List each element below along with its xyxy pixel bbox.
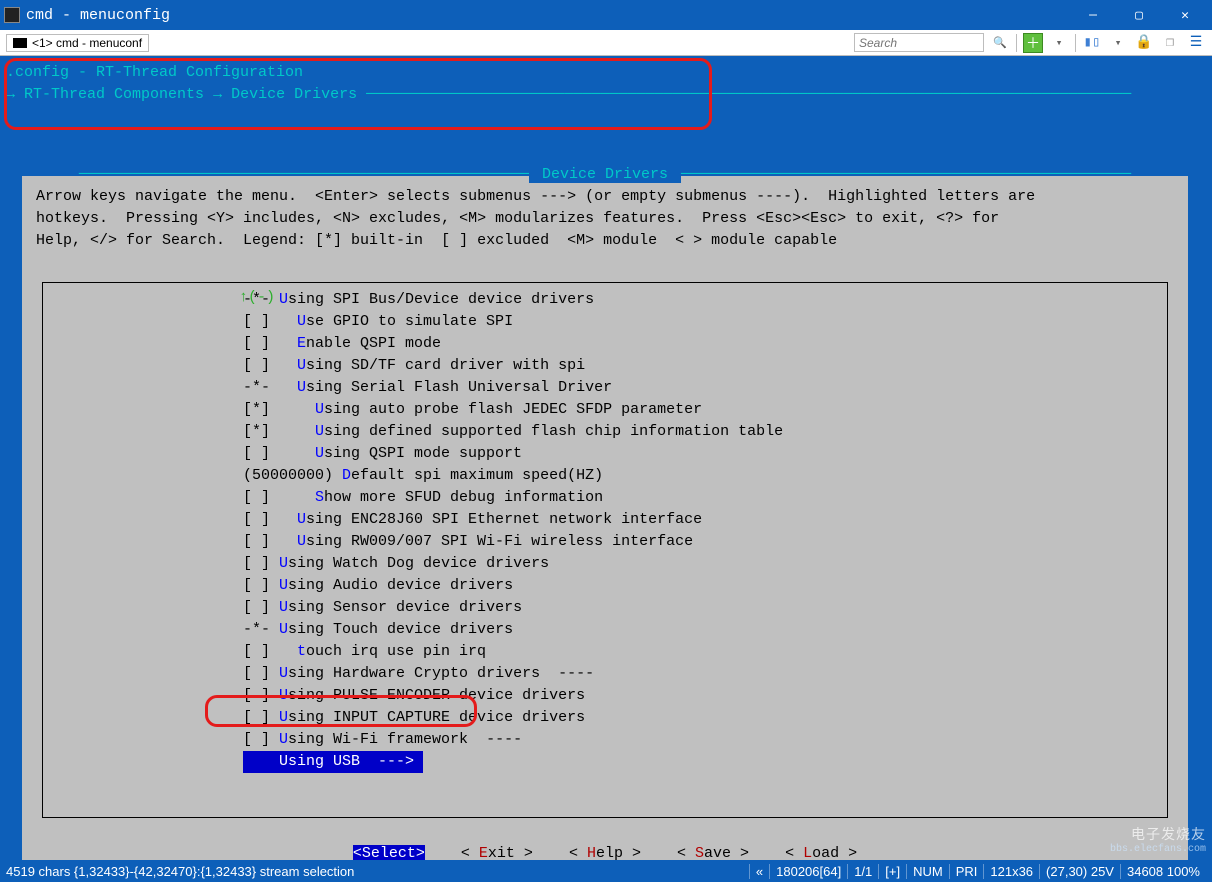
breadcrumb-path: → RT-Thread Components → Device Drivers … [0, 84, 1212, 106]
menu-item[interactable]: [ ] Using SD/TF card driver with spi [43, 355, 1167, 377]
menu-item[interactable]: -*- Using Serial Flash Universal Driver [43, 377, 1167, 399]
menu-item[interactable]: [ ] Enable QSPI mode [43, 333, 1167, 355]
menu-item[interactable]: [*] Using defined supported flash chip i… [43, 421, 1167, 443]
status-seg: 34608 100% [1120, 864, 1206, 879]
menu-item[interactable]: [ ] Using Wi-Fi framework ---- [43, 729, 1167, 751]
maximize-button[interactable]: ▢ [1116, 0, 1162, 30]
status-seg: NUM [906, 864, 949, 879]
menu-item[interactable]: [ ] Using ENC28J60 SPI Ethernet network … [43, 509, 1167, 531]
menu-icon[interactable]: ☰ [1186, 33, 1206, 53]
status-seg: 121x36 [983, 864, 1039, 879]
menu-item[interactable]: [ ] touch irq use pin irq [43, 641, 1167, 663]
separator [1016, 34, 1017, 52]
menu-item-selected[interactable]: Using USB ---> [43, 751, 1167, 773]
status-seg: 1/1 [847, 864, 878, 879]
search-button[interactable]: 🔍 [990, 33, 1010, 53]
window-title: cmd - menuconfig [26, 7, 170, 24]
minimize-button[interactable]: ─ [1070, 0, 1116, 30]
toolbar: <1> cmd - menuconf 🔍 ＋ ▾ ▮▯ ▾ 🔒 ❐ ☰ [0, 30, 1212, 56]
menu-item[interactable]: [ ] Using RW009/007 SPI Wi-Fi wireless i… [43, 531, 1167, 553]
breadcrumb-config: .config - RT-Thread Configuration [0, 62, 1212, 84]
menu-item[interactable]: [ ] Using Hardware Crypto drivers ---- [43, 663, 1167, 685]
panel-title: ────────────────────────────────────────… [22, 166, 1188, 183]
tab-label: <1> cmd - menuconf [32, 36, 142, 50]
menu-item[interactable]: [*] Using auto probe flash JEDEC SFDP pa… [43, 399, 1167, 421]
menu-item[interactable]: -*- Using SPI Bus/Device device drivers [43, 289, 1167, 311]
menu-item[interactable]: (50000000) Default spi maximum speed(HZ) [43, 465, 1167, 487]
status-seg: PRI [949, 864, 984, 879]
menu-item[interactable]: [ ] Show more SFUD debug information [43, 487, 1167, 509]
menu-item[interactable]: [ ] Using PULSE ENCODER device drivers [43, 685, 1167, 707]
menu-item[interactable]: [ ] Using QSPI mode support [43, 443, 1167, 465]
status-bar: 4519 chars {1,32433}-{42,32470}:{1,32433… [0, 860, 1212, 882]
separator [1075, 34, 1076, 52]
status-seg: « [749, 864, 769, 879]
window-titlebar: cmd - menuconfig ─ ▢ ✕ [0, 0, 1212, 30]
split-horizontal-button[interactable]: ▮▯ [1082, 33, 1102, 53]
menu-item[interactable]: [ ] Using Sensor device drivers [43, 597, 1167, 619]
menuconfig-panel: ────────────────────────────────────────… [22, 176, 1188, 880]
terminal-tab[interactable]: <1> cmd - menuconf [6, 34, 149, 52]
status-seg: (27,30) 25V [1039, 864, 1120, 879]
menu-item[interactable]: [ ] Using Audio device drivers [43, 575, 1167, 597]
help-text: Arrow keys navigate the menu. <Enter> se… [22, 176, 1188, 256]
close-button[interactable]: ✕ [1162, 0, 1208, 30]
lock-icon[interactable]: 🔒 [1134, 33, 1154, 53]
status-seg: [+] [878, 864, 906, 879]
status-seg: 180206[64] [769, 864, 847, 879]
split-dropdown[interactable]: ▾ [1108, 33, 1128, 53]
terminal-viewport: .config - RT-Thread Configuration → RT-T… [0, 56, 1212, 852]
new-tab-button[interactable]: ＋ [1023, 33, 1043, 53]
dropdown-button[interactable]: ▾ [1049, 33, 1069, 53]
menu-item[interactable]: [ ] Using INPUT CAPTURE device drivers [43, 707, 1167, 729]
menu-list[interactable]: ↑(-) -*- Using SPI Bus/Device device dri… [42, 282, 1168, 818]
menu-item[interactable]: [ ] Using Watch Dog device drivers [43, 553, 1167, 575]
app-icon [4, 7, 20, 23]
status-left: 4519 chars {1,32433}-{42,32470}:{1,32433… [6, 864, 749, 879]
menu-item[interactable]: [ ] Use GPIO to simulate SPI [43, 311, 1167, 333]
search-input[interactable] [854, 33, 984, 52]
terminal-icon [13, 38, 27, 48]
menu-item[interactable]: -*- Using Touch device drivers [43, 619, 1167, 641]
copy-button[interactable]: ❐ [1160, 33, 1180, 53]
